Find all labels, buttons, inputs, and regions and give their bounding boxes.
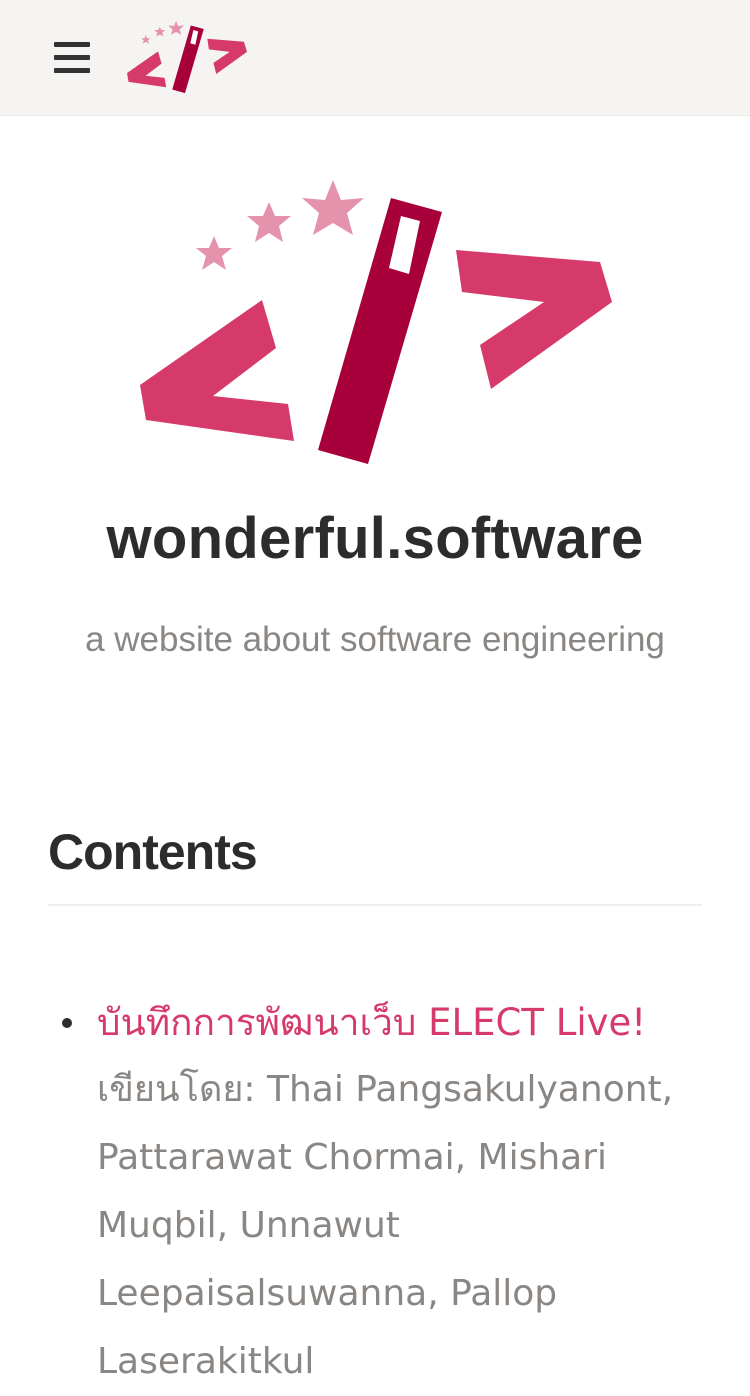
contents-divider: [48, 904, 702, 906]
site-logo-small-icon[interactable]: [126, 20, 248, 94]
bullet-icon: [62, 1018, 72, 1028]
site-tagline: a website about software engineering: [85, 620, 665, 659]
contents-heading: Contents: [48, 824, 258, 880]
post-title-link[interactable]: บันทึกการพัฒนาเว็บ ELECT Live!: [97, 990, 702, 1056]
hamburger-menu-icon[interactable]: [54, 42, 90, 74]
site-title[interactable]: wonderful.software: [0, 505, 750, 572]
site-logo-large-icon: [140, 180, 612, 464]
top-bar: [0, 0, 750, 116]
post-list: บันทึกการพัฒนาเว็บ ELECT Live! เขียนโดย:…: [48, 990, 702, 1396]
post-author-meta: เขียนโดย: Thai Pangsakulyanont, Pattaraw…: [97, 1069, 674, 1382]
list-item: บันทึกการพัฒนาเว็บ ELECT Live! เขียนโดย:…: [48, 990, 702, 1396]
